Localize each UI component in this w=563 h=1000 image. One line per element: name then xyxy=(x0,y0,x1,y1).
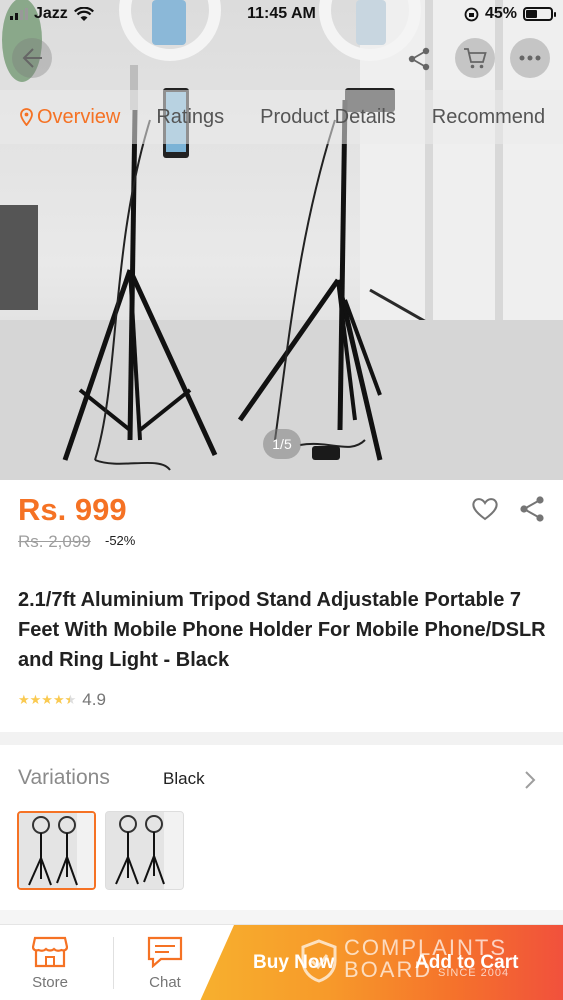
chat-icon xyxy=(147,936,183,968)
back-button[interactable] xyxy=(12,38,52,78)
discount-badge: -52% xyxy=(105,533,136,548)
wishlist-button[interactable] xyxy=(470,494,500,524)
tab-label: Ratings xyxy=(156,105,225,128)
watermark-line3: SINCE 2004 xyxy=(438,967,510,979)
tab-ratings[interactable]: Ratings xyxy=(138,106,242,129)
variations-label: Variations xyxy=(18,766,110,789)
tab-product-details[interactable]: Product Details xyxy=(242,106,414,129)
battery-status: 45% xyxy=(464,5,556,23)
image-counter: 1/5 xyxy=(263,429,301,459)
watermark-line2: BOARD xyxy=(344,957,433,982)
battery-icon xyxy=(523,7,556,21)
more-button[interactable] xyxy=(510,38,550,78)
location-pin-icon xyxy=(20,108,33,126)
bottom-bar-separator xyxy=(113,937,114,989)
section-divider xyxy=(0,732,563,745)
chat-label: Chat xyxy=(149,973,181,991)
tab-label: Overview xyxy=(37,105,121,128)
original-price: Rs. 2,099 xyxy=(18,532,91,551)
tab-recommend[interactable]: Recommend xyxy=(414,106,563,129)
rating-summary[interactable]: ★★★★★★ 4.9 xyxy=(18,690,106,710)
cart-icon xyxy=(464,48,487,69)
share-icon xyxy=(520,496,544,522)
tab-label: Product Details xyxy=(260,105,396,128)
cart-button[interactable] xyxy=(455,38,495,78)
share-icon xyxy=(408,47,430,71)
tab-overview[interactable]: Overview xyxy=(0,106,138,129)
back-arrow-icon xyxy=(22,48,42,68)
rating-value: 4.9 xyxy=(82,690,106,709)
more-icon xyxy=(519,55,541,61)
watermark: COMPLAINTS BOARD SINCE 2004 xyxy=(300,935,530,995)
variation-thumbnail[interactable] xyxy=(105,811,184,890)
thumbnail-image xyxy=(19,813,94,888)
share-product-button[interactable] xyxy=(517,494,547,524)
product-title: 2.1/7ft Aluminium Tripod Stand Adjustabl… xyxy=(18,589,546,671)
store-icon xyxy=(32,936,68,967)
variation-thumbnail[interactable] xyxy=(17,811,96,890)
status-bar: Jazz 11:45 AM 45% xyxy=(0,0,563,30)
store-button[interactable]: Store xyxy=(0,925,100,1000)
shield-icon xyxy=(301,939,337,983)
heart-icon xyxy=(472,498,498,521)
section-tabs: Overview Ratings Product Details Recomme… xyxy=(0,90,563,144)
share-button[interactable] xyxy=(402,42,436,76)
chevron-right-icon xyxy=(525,771,536,789)
star-rating-icon: ★★★★★★ xyxy=(18,692,77,707)
section-divider xyxy=(0,910,563,924)
selected-variation: Black xyxy=(163,769,205,788)
current-price: Rs. 999 xyxy=(18,492,127,527)
tab-label: Recommend xyxy=(431,105,546,128)
store-label: Store xyxy=(32,973,68,991)
battery-percent: 45% xyxy=(484,5,517,22)
thumbnail-image xyxy=(106,812,183,889)
orientation-lock-icon xyxy=(464,7,479,21)
chat-button[interactable]: Chat xyxy=(115,925,215,1000)
